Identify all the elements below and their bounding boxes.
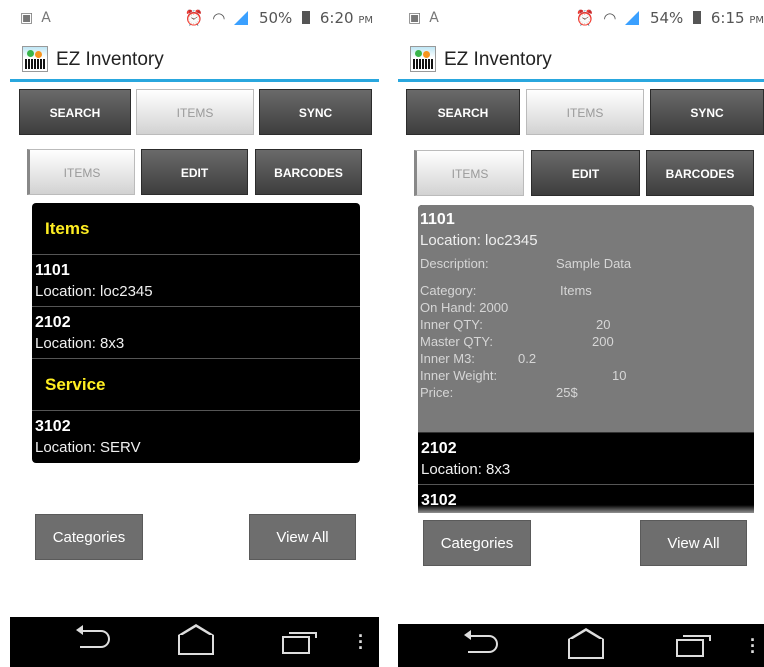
inventory-list: Items 1101 Location: loc2345 2102 Locati… — [32, 203, 360, 463]
action-bar: EZ Inventory — [10, 40, 379, 82]
item-code: 1101 — [420, 211, 455, 228]
list-item[interactable]: 1101 Location: loc2345 — [32, 255, 360, 307]
tab-sync[interactable]: SYNC — [650, 89, 764, 135]
inner-m3-value: 0.2 — [518, 351, 537, 366]
home-icon[interactable] — [178, 624, 214, 655]
subtab-barcodes[interactable]: BARCODES — [255, 149, 362, 195]
view-all-button[interactable]: View All — [640, 520, 747, 566]
alarm-icon: ⏰ — [184, 9, 204, 27]
clock-time: 6:15 — [710, 9, 745, 27]
app-title: EZ Inventory — [56, 49, 164, 70]
phone-screen-right: ▣ A ⏰ ◠ 54% 6:15 PM EZ Inventory SEARCH I… — [398, 0, 764, 667]
overflow-menu-icon[interactable]: · · · — [750, 631, 756, 661]
nav-bar: · · · — [398, 624, 764, 667]
inner-qty-label: Inner QTY: — [420, 317, 483, 332]
category-row: Category: Items — [420, 282, 752, 299]
list-fade-edge — [418, 505, 754, 519]
inner-m3-row: Inner M3: 0.2 — [420, 350, 752, 367]
tab-search[interactable]: SEARCH — [406, 89, 520, 135]
inner-m3-label: Inner M3: — [420, 351, 475, 366]
subtab-edit[interactable]: EDIT — [141, 149, 248, 195]
app-logo-icon — [22, 46, 48, 72]
app-logo-icon — [410, 46, 436, 72]
battery-icon — [693, 11, 702, 24]
battery-percent: 50% — [258, 9, 293, 27]
signal-icon — [625, 11, 640, 25]
wifi-icon: ◠ — [603, 9, 617, 27]
inner-weight-label: Inner Weight: — [420, 368, 498, 383]
inventory-list: 1101 Location: loc2345 Description: Samp… — [418, 205, 754, 513]
on-hand-row: On Hand: 2000 — [420, 299, 752, 316]
signal-icon — [234, 11, 249, 25]
battery-icon — [302, 11, 311, 24]
master-qty-label: Master QTY: — [420, 334, 493, 349]
status-bar: ▣ A ⏰ ◠ 50% 6:20 PM — [10, 0, 379, 40]
status-bar: ▣ A ⏰ ◠ 54% 6:15 PM — [398, 0, 764, 40]
item-code: 1101 — [35, 262, 70, 279]
master-qty-value: 200 — [592, 334, 614, 349]
view-all-button[interactable]: View All — [249, 514, 356, 560]
categories-button[interactable]: Categories — [423, 520, 531, 566]
font-icon: A — [429, 10, 439, 26]
section-header: Service — [32, 359, 360, 411]
back-icon[interactable] — [464, 630, 498, 653]
category-label: Category: — [420, 283, 477, 298]
back-icon[interactable] — [76, 625, 110, 648]
recent-apps-icon[interactable] — [282, 632, 317, 654]
inner-weight-row: Inner Weight: 10 — [420, 367, 752, 384]
item-location: Location: loc2345 — [420, 232, 538, 249]
tab-items[interactable]: ITEMS — [526, 89, 644, 135]
description-label: Description: — [420, 256, 489, 271]
inner-qty-row: Inner QTY: 20 — [420, 316, 752, 333]
price-value: 25$ — [556, 385, 578, 400]
battery-percent: 54% — [649, 9, 684, 27]
recent-apps-icon[interactable] — [676, 635, 711, 657]
item-detail-expanded[interactable]: 1101 Location: loc2345 Description: Samp… — [418, 205, 754, 433]
item-location: Location: 8x3 — [421, 461, 511, 478]
item-location: Location: 8x3 — [35, 335, 125, 352]
alarm-icon: ⏰ — [575, 9, 595, 27]
subtab-barcodes[interactable]: BARCODES — [646, 150, 754, 196]
home-icon[interactable] — [568, 628, 604, 659]
subtab-items[interactable]: ITEMS — [414, 150, 524, 196]
nav-bar: · · · — [10, 617, 379, 667]
item-location: Location: SERV — [35, 439, 141, 456]
description-value: Sample Data — [556, 256, 632, 271]
categories-button[interactable]: Categories — [35, 514, 143, 560]
price-label: Price: — [420, 385, 454, 400]
tab-sync[interactable]: SYNC — [259, 89, 372, 135]
app-title: EZ Inventory — [444, 49, 552, 70]
item-code: 2102 — [35, 314, 71, 331]
subtab-items[interactable]: ITEMS — [27, 149, 135, 195]
description-row: Description: Sample Data — [420, 255, 752, 272]
inner-weight-value: 10 — [612, 368, 627, 383]
list-item[interactable]: 2102 Location: 8x3 — [418, 433, 754, 485]
tab-search[interactable]: SEARCH — [19, 89, 131, 135]
clock-ampm: PM — [358, 15, 373, 26]
price-row: Price: 25$ — [420, 384, 752, 401]
screenshot-icon: ▣ — [20, 10, 34, 26]
on-hand-text: On Hand: 2000 — [420, 300, 509, 315]
master-qty-row: Master QTY: 200 — [420, 333, 752, 350]
item-code: 2102 — [421, 440, 457, 457]
section-header: Items — [32, 203, 360, 255]
font-icon: A — [41, 10, 51, 26]
tab-items[interactable]: ITEMS — [136, 89, 254, 135]
overflow-menu-icon[interactable]: · · · — [358, 627, 364, 657]
action-bar: EZ Inventory — [398, 40, 764, 82]
category-value: Items — [560, 283, 592, 298]
list-item[interactable]: 2102 Location: 8x3 — [32, 307, 360, 359]
screenshot-icon: ▣ — [408, 10, 422, 26]
clock-time: 6:20 — [319, 9, 354, 27]
item-location: Location: loc2345 — [35, 283, 153, 300]
item-code: 3102 — [35, 418, 71, 435]
subtab-edit[interactable]: EDIT — [531, 150, 640, 196]
list-item[interactable]: 3102 Location: SERV — [32, 411, 360, 463]
phone-screen-left: ▣ A ⏰ ◠ 50% 6:20 PM EZ Inventory SEARCH I… — [10, 0, 379, 667]
clock-ampm: PM — [749, 15, 764, 26]
wifi-icon: ◠ — [212, 9, 226, 27]
inner-qty-value: 20 — [596, 317, 611, 332]
